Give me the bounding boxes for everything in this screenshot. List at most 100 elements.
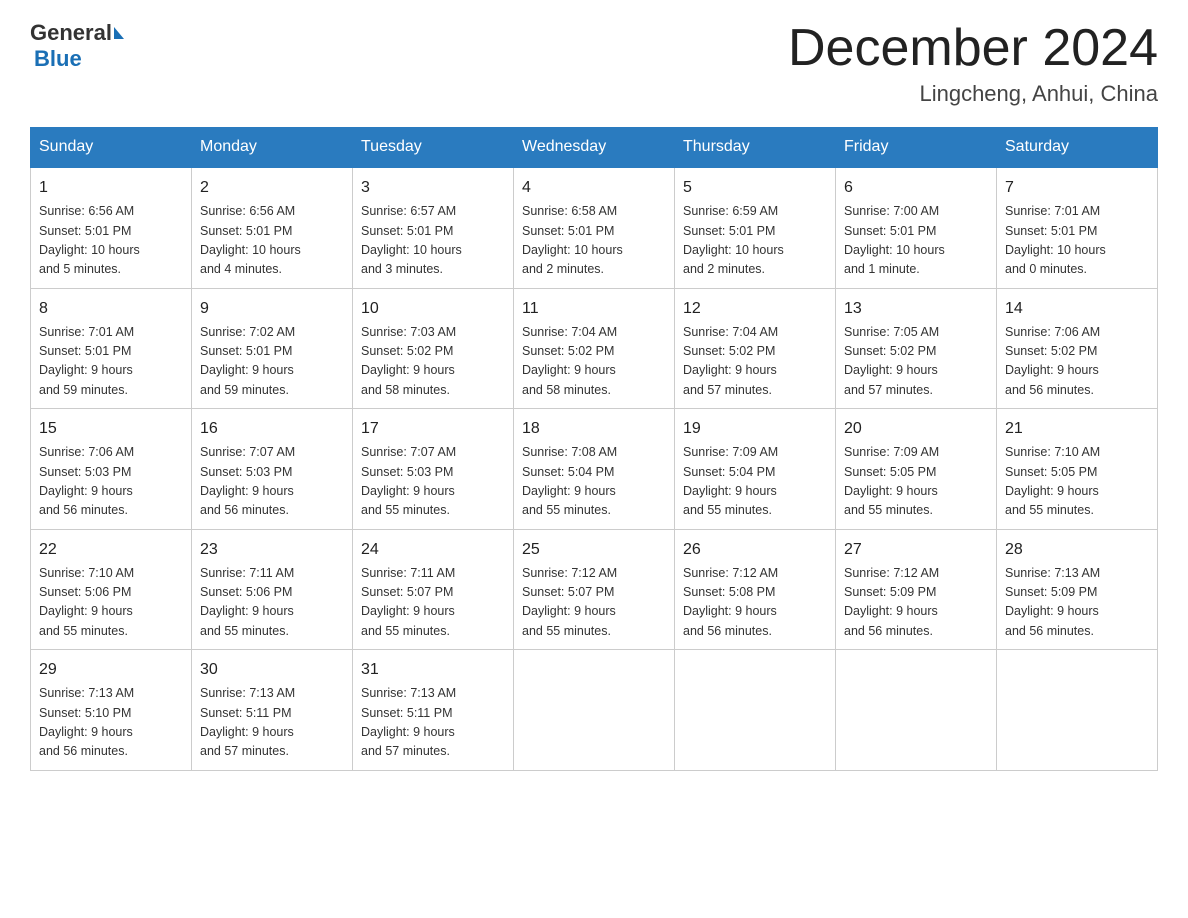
week-row-1: 1Sunrise: 6:56 AM Sunset: 5:01 PM Daylig…	[31, 167, 1158, 288]
week-row-4: 22Sunrise: 7:10 AM Sunset: 5:06 PM Dayli…	[31, 529, 1158, 650]
col-header-wednesday: Wednesday	[514, 128, 675, 168]
day-number: 17	[361, 417, 505, 441]
col-header-saturday: Saturday	[997, 128, 1158, 168]
calendar-cell: 11Sunrise: 7:04 AM Sunset: 5:02 PM Dayli…	[514, 288, 675, 409]
col-header-thursday: Thursday	[675, 128, 836, 168]
calendar-table: SundayMondayTuesdayWednesdayThursdayFrid…	[30, 127, 1158, 771]
day-number: 18	[522, 417, 666, 441]
day-number: 13	[844, 297, 988, 321]
calendar-cell	[997, 650, 1158, 771]
day-info: Sunrise: 6:59 AM Sunset: 5:01 PM Dayligh…	[683, 202, 827, 280]
week-row-5: 29Sunrise: 7:13 AM Sunset: 5:10 PM Dayli…	[31, 650, 1158, 771]
calendar-cell: 23Sunrise: 7:11 AM Sunset: 5:06 PM Dayli…	[192, 529, 353, 650]
calendar-cell: 15Sunrise: 7:06 AM Sunset: 5:03 PM Dayli…	[31, 409, 192, 530]
day-number: 12	[683, 297, 827, 321]
day-info: Sunrise: 7:03 AM Sunset: 5:02 PM Dayligh…	[361, 323, 505, 401]
day-number: 11	[522, 297, 666, 321]
day-number: 4	[522, 176, 666, 200]
calendar-cell: 1Sunrise: 6:56 AM Sunset: 5:01 PM Daylig…	[31, 167, 192, 288]
day-number: 16	[200, 417, 344, 441]
calendar-cell: 9Sunrise: 7:02 AM Sunset: 5:01 PM Daylig…	[192, 288, 353, 409]
calendar-cell: 24Sunrise: 7:11 AM Sunset: 5:07 PM Dayli…	[353, 529, 514, 650]
location-subtitle: Lingcheng, Anhui, China	[788, 81, 1158, 107]
day-info: Sunrise: 7:07 AM Sunset: 5:03 PM Dayligh…	[361, 443, 505, 521]
page-header: General Blue December 2024 Lingcheng, An…	[30, 20, 1158, 107]
calendar-cell: 2Sunrise: 6:56 AM Sunset: 5:01 PM Daylig…	[192, 167, 353, 288]
day-info: Sunrise: 7:09 AM Sunset: 5:05 PM Dayligh…	[844, 443, 988, 521]
calendar-cell: 6Sunrise: 7:00 AM Sunset: 5:01 PM Daylig…	[836, 167, 997, 288]
day-info: Sunrise: 7:12 AM Sunset: 5:08 PM Dayligh…	[683, 564, 827, 642]
logo-blue-text: Blue	[34, 46, 82, 71]
col-header-sunday: Sunday	[31, 128, 192, 168]
calendar-cell: 13Sunrise: 7:05 AM Sunset: 5:02 PM Dayli…	[836, 288, 997, 409]
calendar-header-row: SundayMondayTuesdayWednesdayThursdayFrid…	[31, 128, 1158, 168]
day-info: Sunrise: 7:02 AM Sunset: 5:01 PM Dayligh…	[200, 323, 344, 401]
day-number: 31	[361, 658, 505, 682]
calendar-cell	[514, 650, 675, 771]
day-info: Sunrise: 7:13 AM Sunset: 5:10 PM Dayligh…	[39, 684, 183, 762]
day-number: 20	[844, 417, 988, 441]
calendar-cell: 31Sunrise: 7:13 AM Sunset: 5:11 PM Dayli…	[353, 650, 514, 771]
calendar-cell: 10Sunrise: 7:03 AM Sunset: 5:02 PM Dayli…	[353, 288, 514, 409]
day-number: 24	[361, 538, 505, 562]
calendar-cell: 28Sunrise: 7:13 AM Sunset: 5:09 PM Dayli…	[997, 529, 1158, 650]
day-info: Sunrise: 7:09 AM Sunset: 5:04 PM Dayligh…	[683, 443, 827, 521]
calendar-cell: 18Sunrise: 7:08 AM Sunset: 5:04 PM Dayli…	[514, 409, 675, 530]
day-info: Sunrise: 7:13 AM Sunset: 5:11 PM Dayligh…	[361, 684, 505, 762]
col-header-friday: Friday	[836, 128, 997, 168]
day-info: Sunrise: 7:12 AM Sunset: 5:09 PM Dayligh…	[844, 564, 988, 642]
week-row-3: 15Sunrise: 7:06 AM Sunset: 5:03 PM Dayli…	[31, 409, 1158, 530]
day-number: 19	[683, 417, 827, 441]
calendar-cell: 5Sunrise: 6:59 AM Sunset: 5:01 PM Daylig…	[675, 167, 836, 288]
day-info: Sunrise: 7:10 AM Sunset: 5:05 PM Dayligh…	[1005, 443, 1149, 521]
calendar-cell	[675, 650, 836, 771]
calendar-cell: 16Sunrise: 7:07 AM Sunset: 5:03 PM Dayli…	[192, 409, 353, 530]
week-row-2: 8Sunrise: 7:01 AM Sunset: 5:01 PM Daylig…	[31, 288, 1158, 409]
day-number: 10	[361, 297, 505, 321]
calendar-cell: 25Sunrise: 7:12 AM Sunset: 5:07 PM Dayli…	[514, 529, 675, 650]
day-number: 25	[522, 538, 666, 562]
calendar-cell: 17Sunrise: 7:07 AM Sunset: 5:03 PM Dayli…	[353, 409, 514, 530]
calendar-cell: 12Sunrise: 7:04 AM Sunset: 5:02 PM Dayli…	[675, 288, 836, 409]
calendar-cell: 14Sunrise: 7:06 AM Sunset: 5:02 PM Dayli…	[997, 288, 1158, 409]
day-number: 26	[683, 538, 827, 562]
col-header-tuesday: Tuesday	[353, 128, 514, 168]
day-info: Sunrise: 7:13 AM Sunset: 5:11 PM Dayligh…	[200, 684, 344, 762]
calendar-cell: 30Sunrise: 7:13 AM Sunset: 5:11 PM Dayli…	[192, 650, 353, 771]
calendar-cell: 20Sunrise: 7:09 AM Sunset: 5:05 PM Dayli…	[836, 409, 997, 530]
calendar-cell: 27Sunrise: 7:12 AM Sunset: 5:09 PM Dayli…	[836, 529, 997, 650]
day-number: 3	[361, 176, 505, 200]
day-info: Sunrise: 6:58 AM Sunset: 5:01 PM Dayligh…	[522, 202, 666, 280]
calendar-cell: 29Sunrise: 7:13 AM Sunset: 5:10 PM Dayli…	[31, 650, 192, 771]
day-info: Sunrise: 7:01 AM Sunset: 5:01 PM Dayligh…	[39, 323, 183, 401]
calendar-cell: 3Sunrise: 6:57 AM Sunset: 5:01 PM Daylig…	[353, 167, 514, 288]
day-number: 9	[200, 297, 344, 321]
day-number: 29	[39, 658, 183, 682]
day-number: 6	[844, 176, 988, 200]
day-info: Sunrise: 7:11 AM Sunset: 5:07 PM Dayligh…	[361, 564, 505, 642]
month-title: December 2024	[788, 20, 1158, 77]
logo-general-text: General	[30, 20, 112, 46]
day-info: Sunrise: 7:08 AM Sunset: 5:04 PM Dayligh…	[522, 443, 666, 521]
day-info: Sunrise: 7:06 AM Sunset: 5:03 PM Dayligh…	[39, 443, 183, 521]
calendar-cell: 7Sunrise: 7:01 AM Sunset: 5:01 PM Daylig…	[997, 167, 1158, 288]
day-info: Sunrise: 7:01 AM Sunset: 5:01 PM Dayligh…	[1005, 202, 1149, 280]
day-info: Sunrise: 7:05 AM Sunset: 5:02 PM Dayligh…	[844, 323, 988, 401]
day-info: Sunrise: 7:10 AM Sunset: 5:06 PM Dayligh…	[39, 564, 183, 642]
title-section: December 2024 Lingcheng, Anhui, China	[788, 20, 1158, 107]
day-number: 1	[39, 176, 183, 200]
logo-arrow-icon	[114, 27, 124, 39]
day-number: 21	[1005, 417, 1149, 441]
day-number: 28	[1005, 538, 1149, 562]
calendar-cell	[836, 650, 997, 771]
day-number: 7	[1005, 176, 1149, 200]
calendar-cell: 26Sunrise: 7:12 AM Sunset: 5:08 PM Dayli…	[675, 529, 836, 650]
day-number: 8	[39, 297, 183, 321]
day-number: 2	[200, 176, 344, 200]
day-number: 27	[844, 538, 988, 562]
day-info: Sunrise: 7:13 AM Sunset: 5:09 PM Dayligh…	[1005, 564, 1149, 642]
day-info: Sunrise: 7:11 AM Sunset: 5:06 PM Dayligh…	[200, 564, 344, 642]
day-number: 30	[200, 658, 344, 682]
calendar-cell: 8Sunrise: 7:01 AM Sunset: 5:01 PM Daylig…	[31, 288, 192, 409]
day-number: 22	[39, 538, 183, 562]
